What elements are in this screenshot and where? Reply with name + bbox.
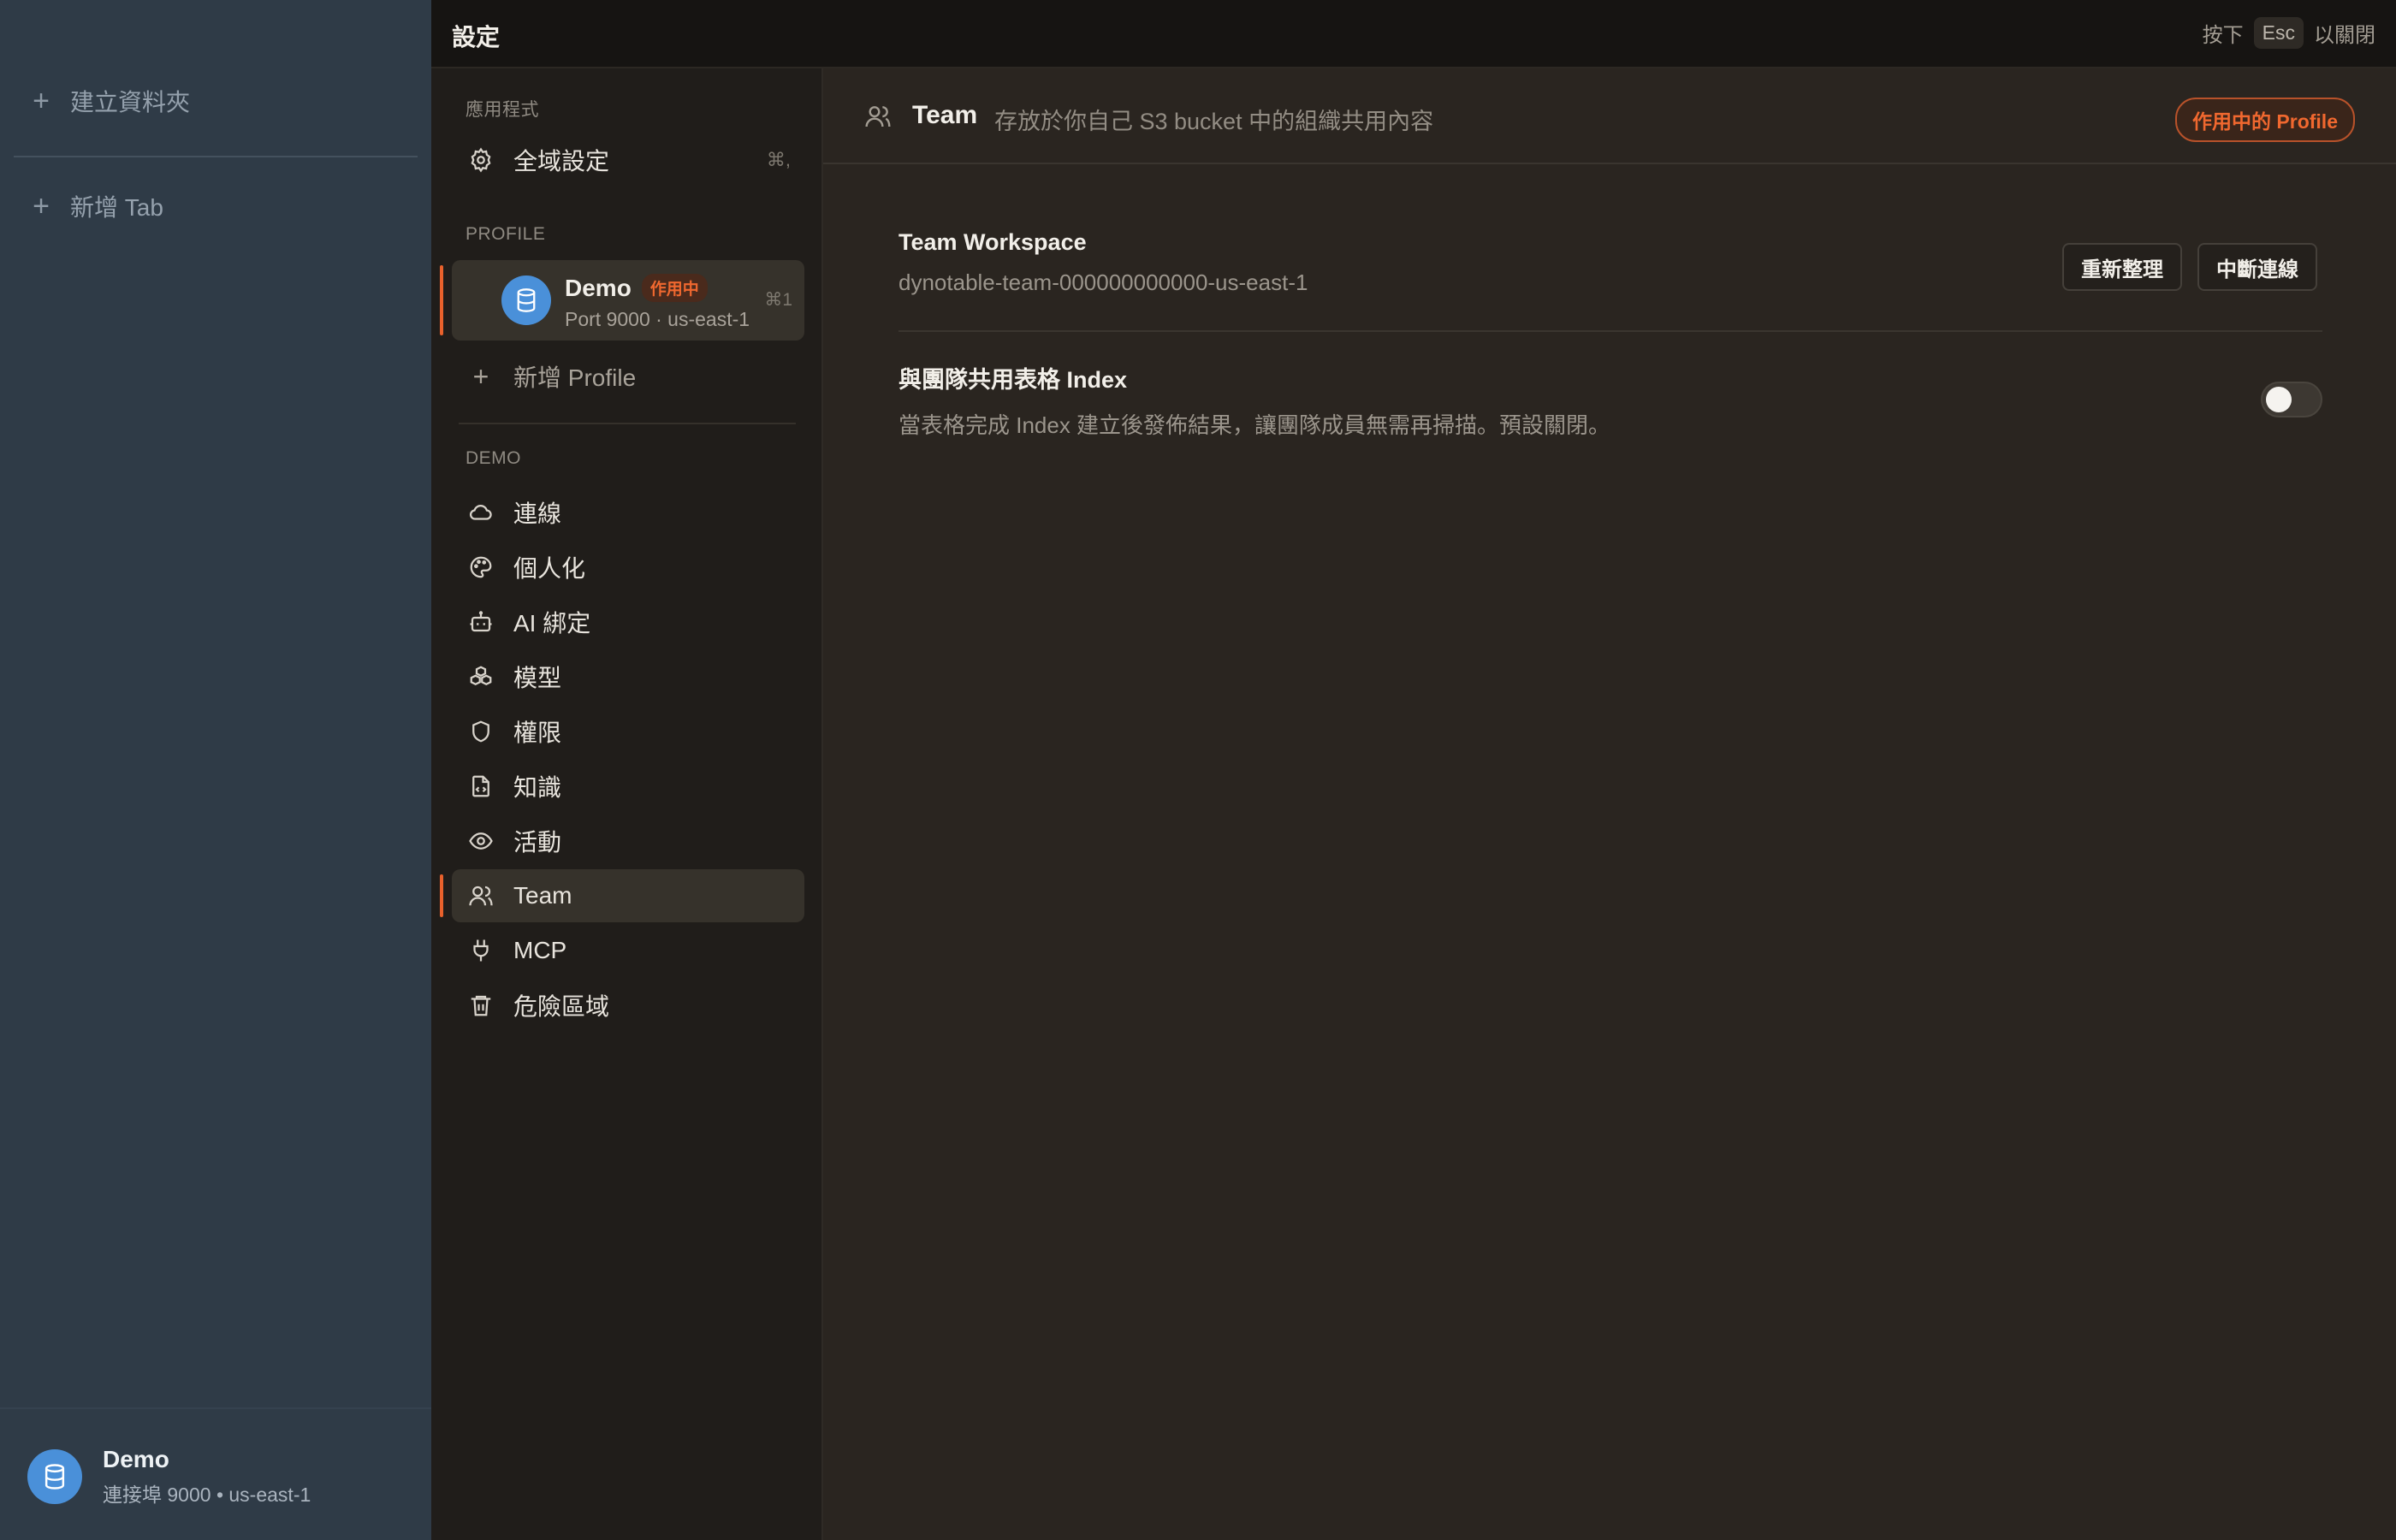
- add-profile-button[interactable]: + 新增 Profile: [452, 350, 804, 403]
- gear-icon: [467, 146, 495, 174]
- nav-item-models[interactable]: 模型: [452, 650, 804, 703]
- nav-item-label: AI 綁定: [513, 610, 591, 637]
- share-index-setting: 與團隊共用表格 Index 當表格完成 Index 建立後發佈結果，讓團隊成員無…: [898, 361, 2322, 440]
- nav-item-label: Team: [513, 882, 572, 909]
- plus-icon: +: [472, 360, 489, 392]
- nav-item-activity[interactable]: 活動: [452, 814, 804, 868]
- nav-item-label: 危險區域: [513, 993, 610, 1020]
- team-settings-panel: Team 存放於你自己 S3 bucket 中的組織共用內容 作用中的 Prof…: [823, 68, 2396, 1540]
- nav-item-personalization[interactable]: 個人化: [452, 541, 804, 594]
- nav-divider: [459, 423, 796, 424]
- create-folder-label: 建立資料夾: [70, 89, 191, 116]
- setting-description: 當表格完成 Index 建立後發佈結果，讓團隊成員無需再掃描。預設關閉。: [898, 412, 1611, 438]
- connection-footer[interactable]: Demo 連接埠 9000 • us-east-1: [27, 1446, 311, 1507]
- database-icon: [27, 1449, 82, 1504]
- shortcut-hint: ⌘1: [764, 290, 792, 310]
- database-icon: [501, 275, 551, 325]
- nav-item-danger-zone[interactable]: 危險區域: [452, 979, 804, 1032]
- section-label-profile: PROFILE: [466, 224, 546, 244]
- refresh-button[interactable]: 重新整理: [2062, 243, 2182, 291]
- boxes-icon: [467, 663, 495, 690]
- users-icon: [467, 882, 495, 909]
- create-folder-button[interactable]: + 建立資料夾: [31, 84, 190, 118]
- nav-item-label: 個人化: [513, 555, 586, 582]
- users-icon: [864, 103, 892, 134]
- trash-icon: [467, 992, 495, 1019]
- close-hint-suffix: 以關閉: [2314, 24, 2375, 47]
- footer-profile-sub: 連接埠 9000 • us-east-1: [103, 1484, 311, 1506]
- nav-item-label: MCP: [513, 937, 567, 963]
- nav-item-mcp[interactable]: MCP: [452, 924, 804, 977]
- shield-icon: [467, 718, 495, 745]
- footer-divider: [0, 1407, 431, 1409]
- section-label-demo: DEMO: [466, 448, 521, 468]
- new-tab-button[interactable]: + 新增 Tab: [31, 189, 163, 223]
- cloud-icon: [467, 499, 495, 526]
- nav-item-permissions[interactable]: 權限: [452, 705, 804, 758]
- close-hint: 按下 Esc 以關閉: [2203, 17, 2375, 49]
- toggle-knob: [2266, 387, 2292, 412]
- section-label-app: 應用程式: [466, 100, 539, 120]
- plus-icon: +: [33, 190, 50, 222]
- profile-name: Demo 作用中: [565, 274, 708, 302]
- disconnect-button[interactable]: 中斷連線: [2197, 243, 2317, 291]
- active-indicator: [440, 874, 443, 917]
- add-profile-label: 新增 Profile: [513, 364, 637, 391]
- nav-item-label: 連線: [513, 500, 562, 527]
- nav-item-label: 活動: [513, 829, 562, 856]
- nav-item-ai-binding[interactable]: AI 綁定: [452, 595, 804, 649]
- nav-item-label: 知識: [513, 774, 562, 801]
- app-sidebar: + 建立資料夾 + 新增 Tab Demo 連接埠 9000 • us-east…: [0, 0, 431, 1540]
- profile-sub: Port 9000 · us-east-1: [565, 308, 750, 330]
- panel-title: Team: [912, 101, 978, 129]
- bot-icon: [467, 608, 495, 636]
- profile-name-text: Demo: [565, 274, 632, 301]
- file-code-icon: [467, 773, 495, 800]
- row-divider: [898, 330, 2322, 332]
- settings-topbar: 設定 按下 Esc 以關閉: [431, 0, 2396, 68]
- plug-icon: [467, 937, 495, 964]
- nav-item-global-settings[interactable]: 全域設定 ⌘,: [452, 133, 804, 187]
- share-index-toggle[interactable]: [2261, 382, 2322, 418]
- nav-item-label: 模型: [513, 665, 562, 691]
- nav-item-team[interactable]: Team: [452, 869, 804, 922]
- page-title: 設定: [452, 24, 501, 50]
- eye-icon: [467, 827, 495, 855]
- plus-icon: +: [33, 85, 50, 117]
- panel-description: 存放於你自己 S3 bucket 中的組織共用內容: [994, 109, 1434, 134]
- palette-icon: [467, 554, 495, 581]
- nav-item-knowledge[interactable]: 知識: [452, 760, 804, 813]
- nav-item-label: 全域設定: [513, 148, 610, 175]
- nav-item-label: 權限: [513, 720, 562, 746]
- new-tab-label: 新增 Tab: [70, 194, 163, 221]
- footer-profile-name: Demo: [103, 1446, 169, 1472]
- status-badge: 作用中: [641, 274, 708, 302]
- active-indicator: [440, 265, 443, 335]
- app-root: + 建立資料夾 + 新增 Tab Demo 連接埠 9000 • us-east…: [0, 0, 2396, 1540]
- sidebar-divider: [14, 156, 418, 157]
- shortcut-hint: ⌘,: [766, 149, 791, 170]
- status-badge: 作用中的 Profile: [2175, 98, 2355, 142]
- panel-header: Team 存放於你自己 S3 bucket 中的組織共用內容 作用中的 Prof…: [823, 68, 2396, 164]
- setting-title: 與團隊共用表格 Index: [898, 367, 1128, 393]
- settings-nav: 應用程式 全域設定 ⌘, PROFILE Demo 作用中 Port 9000 …: [431, 68, 823, 1540]
- close-hint-prefix: 按下: [2202, 24, 2244, 47]
- profile-item-demo[interactable]: Demo 作用中 Port 9000 · us-east-1 ⌘1: [452, 260, 804, 341]
- esc-key: Esc: [2253, 17, 2304, 49]
- nav-item-connection[interactable]: 連線: [452, 486, 804, 539]
